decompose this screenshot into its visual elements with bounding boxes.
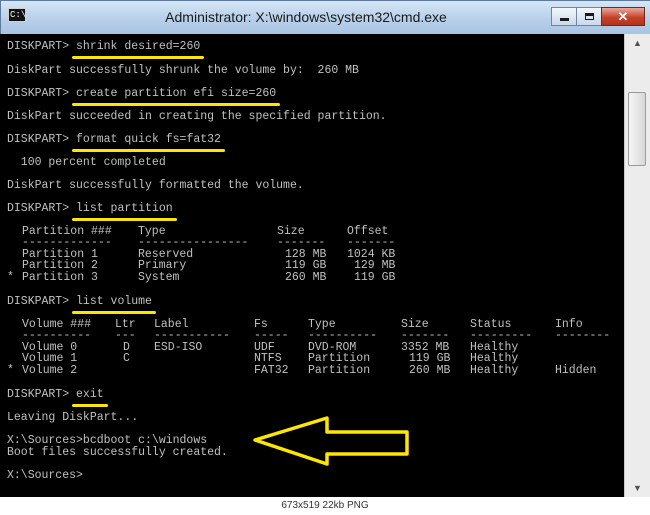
close-icon: ✕ [617,9,629,24]
close-button[interactable]: ✕ [601,7,645,26]
window-controls: ✕ [551,7,645,26]
vertical-scrollbar[interactable]: ▲ ▼ [624,34,650,497]
scroll-down-button[interactable]: ▼ [625,479,650,497]
maximize-button[interactable] [576,7,602,26]
minimize-button[interactable] [551,7,577,26]
scroll-down-icon: ▼ [633,483,642,493]
image-info-caption: 673x519 22kb PNG [0,497,650,515]
maximize-icon [584,13,594,20]
scroll-up-icon: ▲ [633,38,642,48]
window-title: Administrator: X:\windows\system32\cmd.e… [165,9,447,25]
title-bar[interactable]: C:\ Administrator: X:\windows\system32\c… [1,1,650,35]
scrollbar-thumb[interactable] [628,92,646,166]
scroll-up-button[interactable]: ▲ [625,34,650,52]
minimize-icon [559,18,569,21]
console-output[interactable]: DISKPART> shrink desired=260 DiskPart su… [0,34,624,497]
annotation-arrow-icon [253,416,409,466]
